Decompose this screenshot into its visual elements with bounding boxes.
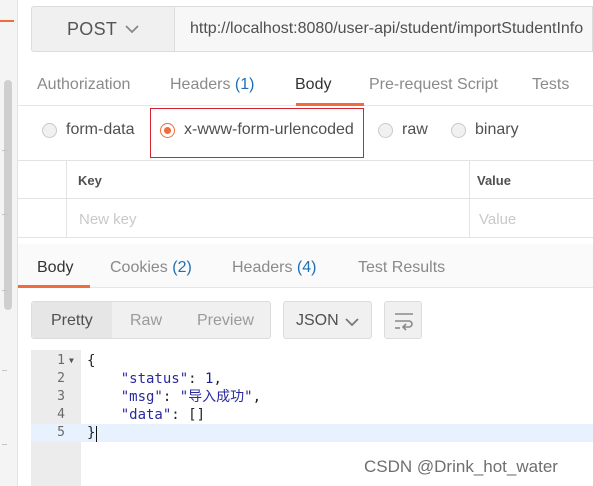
sidebar-tick [2, 150, 7, 151]
value-column-header: Value [477, 173, 511, 188]
radio-circle-icon [42, 122, 57, 138]
radio-circle-icon [451, 122, 466, 138]
code-line: 3 "msg": "导入成功", [31, 388, 593, 406]
line-number: 4 [57, 407, 65, 422]
wrap-lines-icon [395, 313, 413, 331]
annotation-highlight-box [150, 108, 364, 158]
url-input[interactable]: http://localhost:8080/user-api/student/i… [175, 6, 593, 52]
tab-cookies[interactable]: Cookies (2) [110, 259, 192, 277]
tab-label: Body [295, 76, 332, 93]
new-value-input[interactable]: Value [479, 211, 516, 228]
tab-authorization[interactable]: Authorization [37, 76, 130, 94]
column-divider [469, 161, 470, 237]
mode-pretty-button[interactable]: Pretty [51, 312, 93, 330]
tab-body[interactable]: Body [295, 76, 331, 94]
fold-arrow-icon[interactable]: ▼ [69, 352, 74, 370]
tab-count: (4) [296, 259, 317, 276]
method-select[interactable]: POST [31, 6, 175, 52]
tab-response-body[interactable]: Body [37, 259, 73, 277]
chevron-down-icon [125, 25, 139, 34]
tab-label: Authorization [37, 76, 131, 93]
request-url-bar: POST http://localhost:8080/user-api/stud… [31, 6, 593, 52]
code-line: 2 "status": 1, [31, 370, 593, 388]
tab-label: Tests [532, 76, 570, 93]
sidebar-tick [2, 290, 7, 291]
left-sidebar-strip [0, 0, 18, 486]
sidebar-tick [2, 444, 7, 445]
code-line-current: 5 } [31, 424, 593, 442]
active-tab-indicator [18, 285, 90, 288]
tab-label: Test Results [358, 259, 446, 276]
json-value: [] [188, 407, 206, 423]
sidebar-accent [0, 20, 14, 22]
line-number: 1 [57, 353, 65, 368]
new-key-input[interactable]: New key [79, 211, 137, 228]
json-key: "msg" [120, 389, 163, 405]
json-key: "data" [120, 407, 172, 423]
radio-circle-icon [378, 122, 393, 138]
text-cursor [96, 426, 97, 442]
code-line: 1 ▼ { [31, 352, 593, 370]
radio-raw[interactable]: raw [378, 121, 428, 139]
params-table: Key Value New key Value [18, 160, 593, 238]
mode-preview-button[interactable]: Preview [197, 312, 254, 330]
url-text: http://localhost:8080/user-api/student/i… [190, 20, 584, 37]
tab-headers[interactable]: Headers (1) [170, 76, 254, 94]
response-view-toolbar: Pretty Raw Preview JSON [31, 301, 431, 339]
tab-response-headers[interactable]: Headers (4) [232, 259, 316, 277]
request-tabs: Authorization Headers (1) Body Pre-reque… [18, 62, 593, 106]
format-select[interactable]: JSON [283, 301, 372, 339]
sidebar-tick [2, 214, 7, 215]
table-row: New key Value [18, 199, 593, 237]
json-value: "导入成功" [179, 389, 253, 405]
tab-pre-request-script[interactable]: Pre-request Script [369, 76, 498, 94]
column-divider [66, 161, 67, 237]
code-text: "msg": "导入成功", [120, 389, 262, 405]
line-number: 3 [57, 389, 65, 404]
radio-binary[interactable]: binary [451, 121, 519, 139]
radio-form-data[interactable]: form-data [42, 121, 134, 139]
line-number: 2 [57, 371, 65, 386]
code-text: } [87, 425, 96, 441]
method-label: POST [67, 19, 118, 39]
view-mode-segmented-control: Pretty Raw Preview [31, 301, 271, 339]
tab-label: Body [37, 259, 74, 276]
tab-label: Pre-request Script [369, 76, 498, 93]
line-number: 5 [57, 425, 65, 440]
response-tabs: Body Cookies (2) Headers (4) Test Result… [18, 244, 593, 288]
json-key: "status" [120, 371, 189, 387]
key-column-header: Key [78, 173, 102, 188]
tab-tests[interactable]: Tests [532, 76, 569, 94]
table-header-row: Key Value [18, 161, 593, 199]
tab-label: Cookies [110, 259, 173, 276]
tab-count: (1) [234, 76, 255, 93]
sidebar-scrollbar[interactable] [4, 80, 12, 310]
mode-raw-button[interactable]: Raw [130, 312, 162, 330]
format-label: JSON [296, 312, 339, 329]
radio-label: raw [402, 121, 428, 138]
watermark: CSDN @Drink_hot_water [364, 457, 558, 476]
wrap-lines-button[interactable] [384, 301, 422, 339]
code-text: { [87, 353, 96, 369]
radio-label: form-data [66, 121, 135, 138]
tab-label: Headers [232, 259, 297, 276]
sidebar-tick [2, 370, 7, 371]
code-line: 4 "data": [] [31, 406, 593, 424]
radio-label: binary [475, 121, 519, 138]
chevron-down-icon [345, 318, 359, 327]
tab-test-results[interactable]: Test Results [358, 259, 445, 277]
code-text: "data": [] [120, 407, 206, 423]
code-text: "status": 1, [120, 371, 222, 387]
tab-label: Headers [170, 76, 235, 93]
tab-count: (2) [172, 259, 192, 276]
